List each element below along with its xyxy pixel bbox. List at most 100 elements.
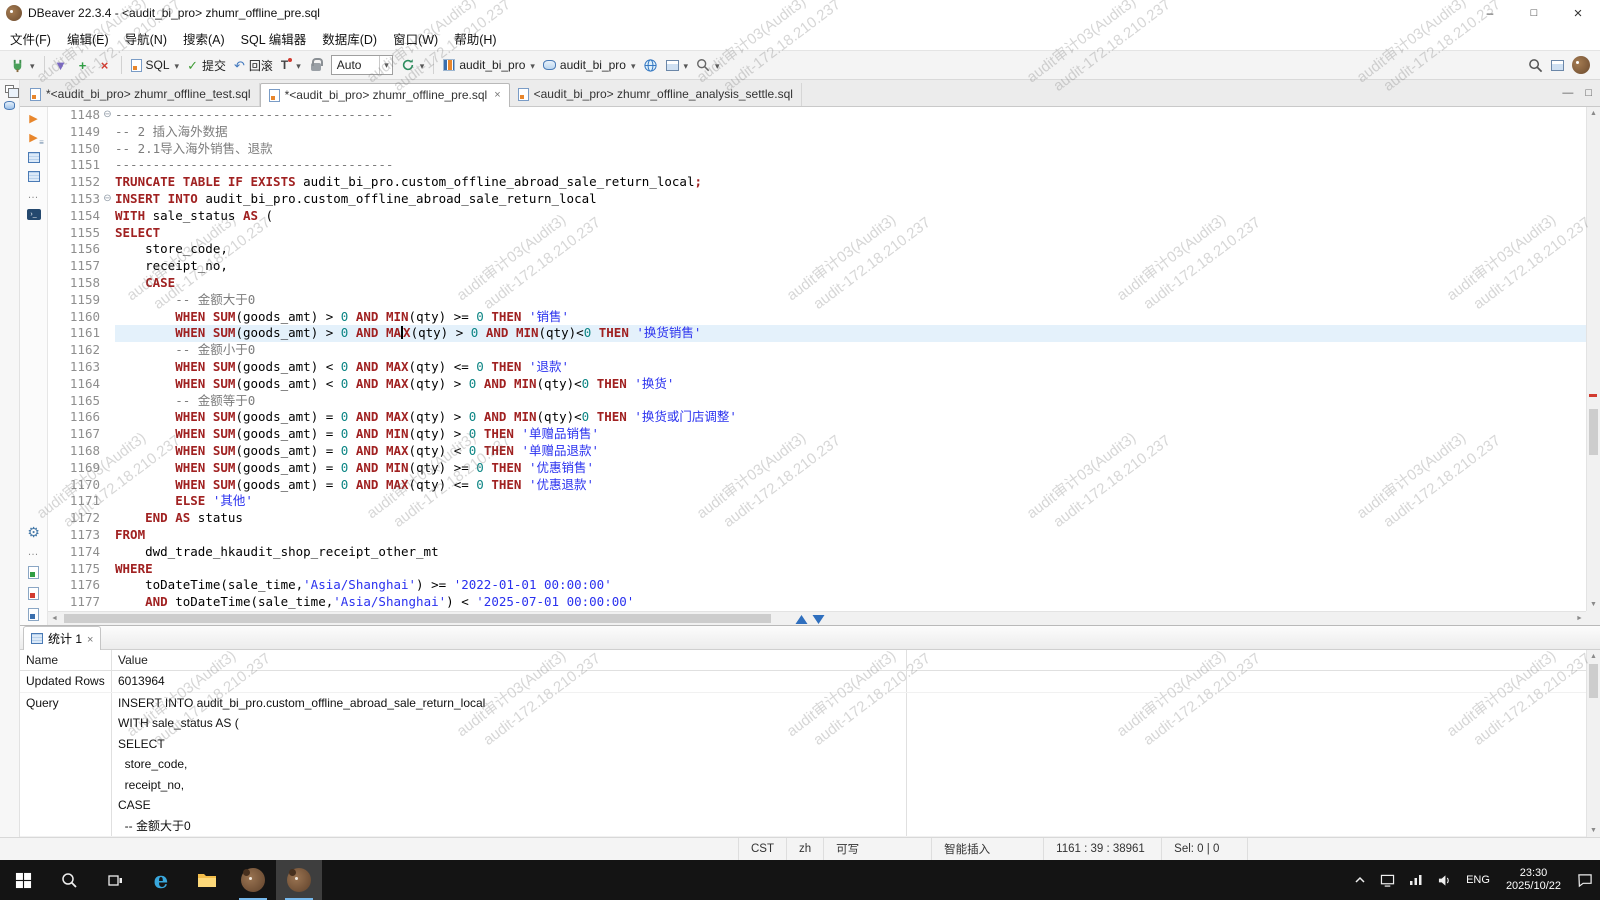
column-header-name[interactable]: Name — [20, 650, 112, 670]
edge-browser-button[interactable]: e — [138, 860, 184, 900]
taskbar-search-button[interactable] — [46, 860, 92, 900]
code-line[interactable]: 1149-- 2 插入海外数据 — [48, 124, 1586, 141]
panel-button[interactable] — [662, 56, 693, 74]
code-line[interactable]: 1164 WHEN SUM(goods_amt) < 0 AND MAX(qty… — [48, 376, 1586, 393]
code-line[interactable]: 1163 WHEN SUM(goods_amt) < 0 AND MAX(qty… — [48, 359, 1586, 376]
more-actions-icon[interactable]: … — [28, 190, 40, 201]
code-line[interactable]: 1165 -- 金额等于0 — [48, 393, 1586, 410]
execute-script-icon[interactable]: ▶ — [29, 133, 37, 144]
code-line[interactable]: 1158 CASE — [48, 275, 1586, 292]
code-line[interactable]: 1175WHERE — [48, 561, 1586, 578]
dbeaver-taskbar-button[interactable] — [230, 860, 276, 900]
sql-menu-button[interactable]: SQL — [127, 56, 184, 74]
editor-vertical-scrollbar[interactable]: ▲ ▼ — [1586, 107, 1600, 611]
close-tab-icon[interactable]: × — [494, 89, 500, 101]
tray-network-button[interactable] — [1402, 860, 1430, 900]
menu-item[interactable]: 窗口(W) — [385, 26, 446, 51]
open-in-grid-icon[interactable] — [28, 608, 39, 621]
close-tab-icon[interactable] — [87, 632, 93, 646]
code-line[interactable]: 1176 toDateTime(sale_time,'Asia/Shanghai… — [48, 577, 1586, 594]
database-navigator-icon[interactable] — [4, 101, 15, 110]
maximize-button[interactable] — [1512, 0, 1556, 26]
new-connection-button[interactable] — [6, 56, 39, 75]
tray-expand-button[interactable] — [1347, 860, 1373, 900]
code-line[interactable]: 1155SELECT — [48, 225, 1586, 242]
code-line[interactable]: 1174 dwd_trade_hkaudit_shop_receipt_othe… — [48, 544, 1586, 561]
menu-item[interactable]: SQL 编辑器 — [233, 26, 315, 51]
export-result-icon[interactable] — [28, 171, 40, 182]
menu-item[interactable]: 数据库(D) — [314, 26, 385, 51]
editor-tab[interactable]: *<audit_bi_pro> zhumr_offline_test.sql — [22, 83, 260, 106]
code-line[interactable]: 1148⊖-----------------------------------… — [48, 107, 1586, 124]
open-script-icon[interactable]: + — [72, 59, 94, 72]
code-line[interactable]: 1160 WHEN SUM(goods_amt) > 0 AND MIN(qty… — [48, 309, 1586, 326]
menu-item[interactable]: 搜索(A) — [175, 26, 233, 51]
code-line[interactable]: 1172 END AS status — [48, 510, 1586, 527]
scroll-down-icon[interactable]: ▼ — [1587, 598, 1600, 611]
code-line[interactable]: 1161 WHEN SUM(goods_amt) > 0 AND MAX(qty… — [48, 325, 1586, 342]
code-line[interactable]: 1171 ELSE '其他' — [48, 493, 1586, 510]
save-to-file-icon[interactable] — [28, 566, 39, 579]
scroll-up-icon[interactable]: ▲ — [1587, 107, 1600, 120]
code-line[interactable]: 1162 -- 金额小于0 — [48, 342, 1586, 359]
open-view-icon[interactable] — [1546, 60, 1568, 71]
toolbar-search-button[interactable] — [692, 56, 724, 74]
commit-mode-select[interactable]: Auto — [331, 55, 393, 75]
start-button[interactable] — [0, 860, 46, 900]
code-line[interactable]: 1170 WHEN SUM(goods_amt) = 0 AND MAX(qty… — [48, 477, 1586, 494]
code-line[interactable]: 1157 receipt_no, — [48, 258, 1586, 275]
fold-icon[interactable]: ⊖ — [100, 191, 115, 208]
code-line[interactable]: 1153⊖INSERT INTO audit_bi_pro.custom_off… — [48, 191, 1586, 208]
refresh-button[interactable] — [397, 56, 429, 74]
tray-volume-button[interactable] — [1430, 860, 1459, 900]
connection-selector[interactable]: audit_bi_pro — [439, 56, 539, 74]
code-line[interactable]: 1166 WHEN SUM(goods_amt) = 0 AND MAX(qty… — [48, 409, 1586, 426]
menu-item[interactable]: 文件(F) — [2, 26, 59, 51]
delete-script-icon[interactable]: × — [94, 59, 116, 72]
scroll-right-icon[interactable]: ► — [1573, 612, 1586, 625]
table-row[interactable]: QueryINSERT INTO audit_bi_pro.custom_off… — [20, 693, 1586, 838]
code-line[interactable]: 1173FROM — [48, 527, 1586, 544]
sql-editor-icon[interactable]: ▼ — [50, 59, 72, 72]
maximize-editor-icon[interactable] — [1585, 87, 1592, 99]
globe-icon[interactable] — [640, 58, 662, 73]
minimize-editor-icon[interactable] — [1562, 87, 1573, 99]
restore-view-icon[interactable] — [5, 85, 14, 93]
tray-device-button[interactable] — [1373, 860, 1402, 900]
action-center-button[interactable] — [1570, 860, 1600, 900]
taskbar-clock[interactable]: 23:30 2025/10/22 — [1497, 860, 1570, 900]
task-view-button[interactable] — [92, 860, 138, 900]
more-actions-icon[interactable]: … — [28, 547, 40, 558]
table-row[interactable]: Updated Rows6013964 — [20, 671, 1586, 693]
schema-selector[interactable]: audit_bi_pro — [539, 56, 640, 74]
code-line[interactable]: 1159 -- 金额大于0 — [48, 292, 1586, 309]
code-line[interactable]: 1177 AND toDateTime(sale_time,'Asia/Shan… — [48, 594, 1586, 611]
scrollbar-thumb[interactable] — [64, 614, 771, 623]
transaction-log-button[interactable]: T — [277, 56, 305, 74]
sash-down-icon[interactable] — [813, 615, 825, 624]
code-line[interactable]: 1169 WHEN SUM(goods_amt) = 0 AND MIN(qty… — [48, 460, 1586, 477]
code-line[interactable]: 1151------------------------------------… — [48, 157, 1586, 174]
file-explorer-button[interactable] — [184, 860, 230, 900]
code-area[interactable]: 1148⊖-----------------------------------… — [48, 107, 1600, 625]
code-line[interactable]: 1150-- 2.1导入海外销售、退款 — [48, 141, 1586, 158]
scrollbar-thumb[interactable] — [1589, 664, 1598, 698]
menu-item[interactable]: 帮助(H) — [446, 26, 504, 51]
scroll-up-icon[interactable]: ▲ — [1587, 650, 1600, 663]
script-error-icon[interactable] — [28, 587, 39, 600]
minimize-button[interactable] — [1468, 0, 1512, 26]
menu-item[interactable]: 导航(N) — [117, 26, 175, 51]
commit-button[interactable]: ✓ 提交 — [183, 55, 230, 76]
settings-gear-icon[interactable]: ⚙ — [27, 525, 40, 539]
close-button[interactable] — [1556, 0, 1600, 26]
explain-plan-icon[interactable] — [28, 152, 40, 163]
editor-tab[interactable]: *<audit_bi_pro> zhumr_offline_pre.sql× — [260, 83, 510, 107]
code-line[interactable]: 1154WITH sale_status AS ( — [48, 208, 1586, 225]
code-line[interactable]: 1156 store_code, — [48, 241, 1586, 258]
scroll-down-icon[interactable]: ▼ — [1587, 824, 1600, 837]
dbeaver-taskbar-button-active[interactable] — [276, 860, 322, 900]
panel-sash-arrows[interactable] — [796, 615, 825, 624]
tab-statistics[interactable]: 统计 1 — [23, 626, 101, 650]
column-header-value[interactable]: Value — [112, 650, 907, 670]
scrollbar-thumb[interactable] — [1589, 409, 1598, 455]
